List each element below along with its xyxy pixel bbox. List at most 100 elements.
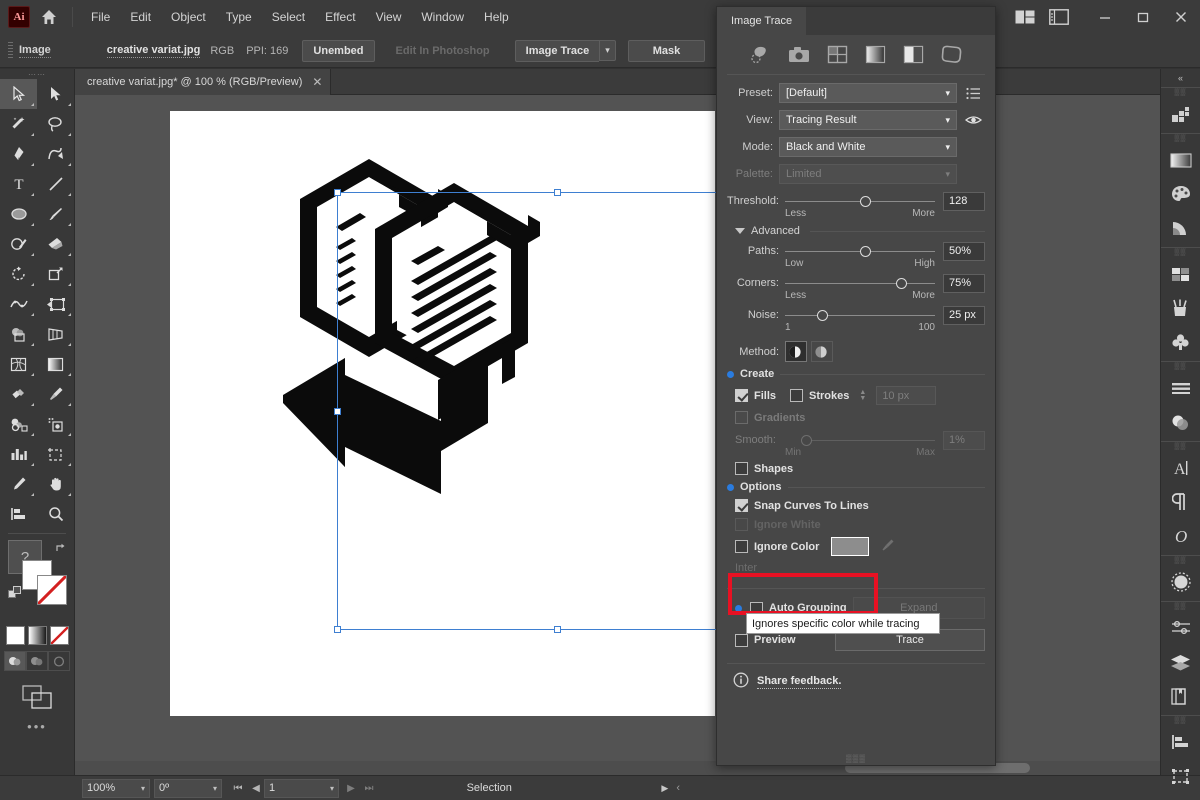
color-guide-panel-icon[interactable] [1161, 211, 1200, 245]
selection-handle-bc[interactable] [554, 626, 561, 633]
collapse-panels-icon[interactable]: « [1161, 69, 1200, 87]
fills-checkbox[interactable] [735, 389, 748, 402]
transform-each-icon[interactable] [1161, 793, 1200, 800]
glyphs-panel-icon[interactable]: O [1161, 519, 1200, 553]
threshold-slider[interactable] [785, 191, 935, 211]
status-menu-arrow-icon[interactable]: ▶ [661, 783, 668, 794]
mode-select[interactable]: Black and White ▾ [779, 137, 957, 157]
align-panel-icon[interactable] [1161, 725, 1200, 759]
menu-item-type[interactable]: Type [216, 6, 262, 28]
ignore-color-swatch[interactable] [831, 537, 870, 556]
view-select[interactable]: Tracing Result ▾ [779, 110, 957, 130]
selection-handle-tc[interactable] [554, 189, 561, 196]
status-resize-icon[interactable]: ‹ [676, 782, 680, 794]
selection-bounding-box[interactable] [334, 189, 777, 633]
tab-image-trace[interactable]: Image Trace [717, 7, 807, 35]
menu-item-effect[interactable]: Effect [315, 6, 365, 28]
selection-handle-bl[interactable] [334, 626, 341, 633]
direct-selection-tool[interactable] [37, 79, 74, 109]
type-tool[interactable]: T [0, 169, 37, 199]
auto-color-icon[interactable] [748, 43, 774, 65]
column-graph-tool[interactable] [0, 439, 37, 469]
selection-handle-tl[interactable] [334, 189, 341, 196]
paths-slider-knob[interactable] [860, 245, 871, 257]
noise-slider[interactable] [785, 305, 935, 325]
stroke-panel-icon[interactable] [1161, 371, 1200, 405]
workspace-switcher-icon[interactable] [1042, 0, 1076, 34]
grayscale-icon[interactable] [862, 43, 888, 65]
line-segment-tool[interactable] [37, 169, 74, 199]
dock-group-grip[interactable]: ▒▒ [1161, 602, 1200, 611]
eye-icon[interactable] [961, 114, 985, 126]
layers-panel-icon[interactable] [1161, 645, 1200, 679]
magic-wand-tool[interactable] [0, 109, 37, 139]
appearance-panel-icon[interactable] [1161, 611, 1200, 645]
transparency-panel-icon[interactable] [1161, 405, 1200, 439]
menu-item-select[interactable]: Select [262, 6, 315, 28]
noise-slider-knob[interactable] [816, 309, 828, 321]
chevron-down-icon[interactable]: ▾ [599, 40, 616, 61]
width-tool[interactable] [0, 289, 37, 319]
dock-group-grip[interactable]: ▒▒ [1161, 134, 1200, 143]
high-color-photo-icon[interactable] [786, 43, 812, 65]
stroke-swatch[interactable] [37, 575, 67, 605]
corners-slider[interactable] [785, 273, 935, 293]
none-swatch[interactable] [49, 626, 69, 645]
canvas-horizontal-scrollbar[interactable] [75, 761, 1160, 775]
color-panel-icon[interactable] [1161, 177, 1200, 211]
menu-item-window[interactable]: Window [411, 6, 474, 28]
snap-curves-checkbox[interactable] [735, 499, 748, 512]
menu-item-object[interactable]: Object [161, 6, 216, 28]
symbol-sprayer-tool[interactable] [0, 409, 37, 439]
zoom-level-field[interactable]: 100% ▾ [82, 778, 150, 798]
paths-slider[interactable] [785, 241, 935, 261]
ignore-color-checkbox[interactable] [735, 540, 748, 553]
first-artboard-icon[interactable]: ⏮ [230, 779, 246, 798]
threshold-slider-knob[interactable] [860, 195, 871, 207]
dock-group-grip[interactable]: ▒▒ [1161, 556, 1200, 565]
pen-tool[interactable] [0, 139, 37, 169]
gradient-swatch[interactable] [27, 626, 47, 645]
eyedropper-icon[interactable] [881, 538, 895, 555]
swatches-panel-icon[interactable] [1161, 257, 1200, 291]
gradient-tool[interactable] [37, 349, 74, 379]
control-bar-grip[interactable] [8, 41, 13, 60]
menu-item-edit[interactable]: Edit [120, 6, 161, 28]
arrange-documents-icon[interactable] [1008, 0, 1042, 34]
image-trace-button[interactable]: Image Trace [514, 39, 600, 62]
draw-behind-icon[interactable] [26, 651, 48, 671]
lasso-tool[interactable] [37, 109, 74, 139]
panel-resize-grip[interactable]: ▒▒▒ [717, 754, 995, 763]
brushes-panel-icon[interactable] [1161, 291, 1200, 325]
chevron-down-icon[interactable]: ▾ [945, 88, 950, 99]
default-fill-stroke-icon[interactable] [8, 586, 22, 603]
eraser-tool[interactable] [37, 229, 74, 259]
paintbrush-tool[interactable] [37, 199, 74, 229]
shape-builder-tool[interactable] [0, 319, 37, 349]
canvas-area[interactable] [75, 95, 1160, 775]
preview-checkbox[interactable] [735, 633, 748, 647]
selection-handle-ml[interactable] [334, 408, 341, 415]
symbols-panel-tool[interactable] [37, 409, 74, 439]
share-feedback-link[interactable]: Share feedback. [757, 675, 842, 689]
menu-item-help[interactable]: Help [474, 6, 519, 28]
hand-tool[interactable] [37, 469, 74, 499]
overlapping-method-icon[interactable] [811, 341, 833, 362]
gradient-panel-icon[interactable] [1161, 143, 1200, 177]
noise-value-field[interactable]: 25 px [943, 305, 985, 325]
strokes-checkbox[interactable] [790, 389, 804, 402]
artboards-panel-icon[interactable] [1161, 679, 1200, 713]
more-tools-button[interactable]: ••• [0, 719, 74, 734]
mesh-tool[interactable] [0, 349, 37, 379]
paths-value-field[interactable]: 50% [943, 241, 985, 261]
chevron-down-icon[interactable]: ▾ [945, 115, 950, 126]
eyedropper-tool[interactable] [37, 379, 74, 409]
artboard-tool[interactable] [37, 439, 74, 469]
ellipse-tool[interactable] [0, 199, 37, 229]
menu-item-file[interactable]: File [81, 6, 120, 28]
low-color-icon[interactable] [824, 43, 850, 65]
rotate-tool[interactable] [0, 259, 37, 289]
mask-button[interactable]: Mask [627, 39, 706, 62]
pencil-tool[interactable] [0, 469, 37, 499]
character-panel-icon[interactable]: A [1161, 451, 1200, 485]
